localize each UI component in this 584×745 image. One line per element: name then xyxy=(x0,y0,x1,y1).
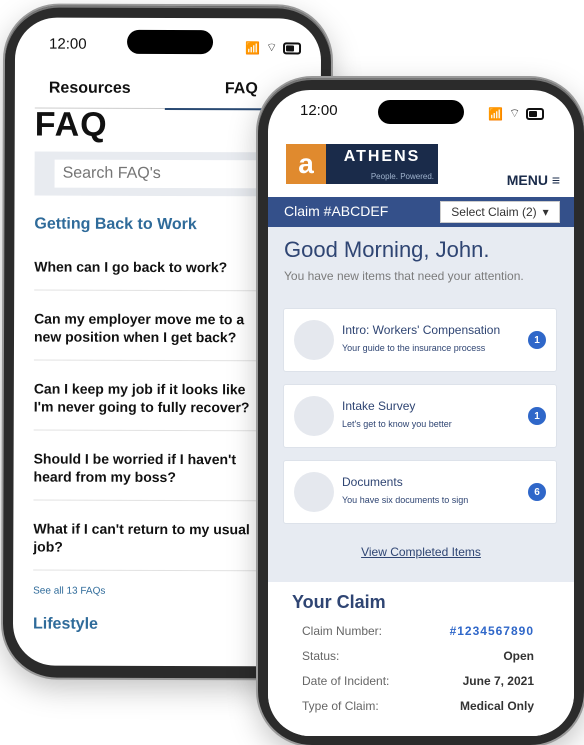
count-badge: 6 xyxy=(528,483,546,501)
see-all-link[interactable]: See all 13 FAQs xyxy=(33,586,105,597)
faq-question[interactable]: What if I can't return to my usual job? xyxy=(33,520,263,557)
card-title: Documents xyxy=(342,475,403,489)
battery-icon xyxy=(526,107,545,120)
card-title: Intro: Workers' Compensation xyxy=(342,323,501,337)
info-label: Status: xyxy=(302,649,340,663)
dynamic-island xyxy=(378,100,464,124)
greeting-subtext: You have new items that need your attent… xyxy=(284,269,524,283)
claim-bar: Claim #ABCDEF Select Claim (2) ▾ xyxy=(268,197,574,227)
select-claim-label: Select Claim (2) xyxy=(451,205,537,219)
section-heading-lifestyle[interactable]: Lifestyle xyxy=(33,616,98,634)
signal-icon: 📶 xyxy=(488,106,503,121)
task-card-intake[interactable]: Intake Survey Let's get to know you bett… xyxy=(284,385,556,447)
status-value: Open xyxy=(503,649,534,663)
status-icons: 📶 ⌔ xyxy=(488,106,545,121)
status-time: 12:00 xyxy=(49,35,87,53)
info-label: Claim Number: xyxy=(302,624,383,638)
chevron-down-icon: ▾ xyxy=(542,205,549,219)
status-row: Status: Open xyxy=(302,649,534,663)
your-claim-section: Your Claim Claim Number: #1234567890 Sta… xyxy=(268,582,574,736)
card-title: Intake Survey xyxy=(342,399,416,413)
info-label: Type of Claim: xyxy=(302,699,379,713)
front-screen: 12:00 📶 ⌔ a ATHENS People. Powered. MENU… xyxy=(268,90,574,736)
task-card-intro[interactable]: Intro: Workers' Compensation Your guide … xyxy=(284,309,556,371)
attention-section: Good Morning, John. You have new items t… xyxy=(268,227,574,582)
incident-date-row: Date of Incident: June 7, 2021 xyxy=(302,674,534,688)
card-avatar xyxy=(294,472,334,512)
battery-icon xyxy=(283,41,302,54)
task-card-documents[interactable]: Documents You have six documents to sign… xyxy=(284,461,556,523)
front-phone: 12:00 📶 ⌔ a ATHENS People. Powered. MENU… xyxy=(258,78,584,745)
count-badge: 1 xyxy=(528,331,546,349)
claim-type-value: Medical Only xyxy=(459,699,534,713)
card-subtitle: You have six documents to sign xyxy=(342,495,469,505)
card-subtitle: Your guide to the insurance process xyxy=(342,343,486,353)
greeting: Good Morning, John. xyxy=(284,237,490,262)
status-time: 12:00 xyxy=(300,102,338,119)
claim-type-row: Type of Claim: Medical Only xyxy=(302,699,534,713)
wifi-icon: ⌔ xyxy=(265,40,278,55)
count-badge: 1 xyxy=(528,407,546,425)
tab-resources[interactable]: Resources xyxy=(49,80,131,98)
logo-tagline: People. Powered. xyxy=(326,170,438,184)
tab-faq[interactable]: FAQ xyxy=(225,80,258,98)
faq-question[interactable]: Should I be worried if I haven't heard f… xyxy=(33,450,263,487)
logo-name: ATHENS xyxy=(326,144,438,170)
info-label: Date of Incident: xyxy=(302,674,390,688)
brand-logo: a ATHENS People. Powered. xyxy=(286,144,446,184)
section-heading-getting-back: Getting Back to Work xyxy=(34,215,197,234)
claim-number-value[interactable]: #1234567890 xyxy=(450,624,534,638)
dynamic-island xyxy=(127,29,214,55)
select-claim-dropdown[interactable]: Select Claim (2) ▾ xyxy=(440,201,560,223)
card-avatar xyxy=(294,396,334,436)
faq-question[interactable]: Can my employer move me to a new positio… xyxy=(34,310,264,347)
logo-mark: a xyxy=(286,144,326,184)
status-icons: 📶 ⌔ xyxy=(245,40,302,55)
menu-button[interactable]: MENU ≡ xyxy=(507,172,560,188)
view-completed-link[interactable]: View Completed Items xyxy=(268,545,574,559)
card-avatar xyxy=(294,320,334,360)
claim-id: Claim #ABCDEF xyxy=(284,203,389,219)
your-claim-title: Your Claim xyxy=(292,592,386,612)
claim-number-row: Claim Number: #1234567890 xyxy=(302,624,534,638)
faq-question[interactable]: Can I keep my job if it looks like I'm n… xyxy=(34,380,264,417)
signal-icon: 📶 xyxy=(245,40,261,55)
wifi-icon: ⌔ xyxy=(508,106,521,120)
incident-date-value: June 7, 2021 xyxy=(462,674,534,688)
card-subtitle: Let's get to know you better xyxy=(342,419,452,429)
page-title: FAQ xyxy=(34,105,108,144)
